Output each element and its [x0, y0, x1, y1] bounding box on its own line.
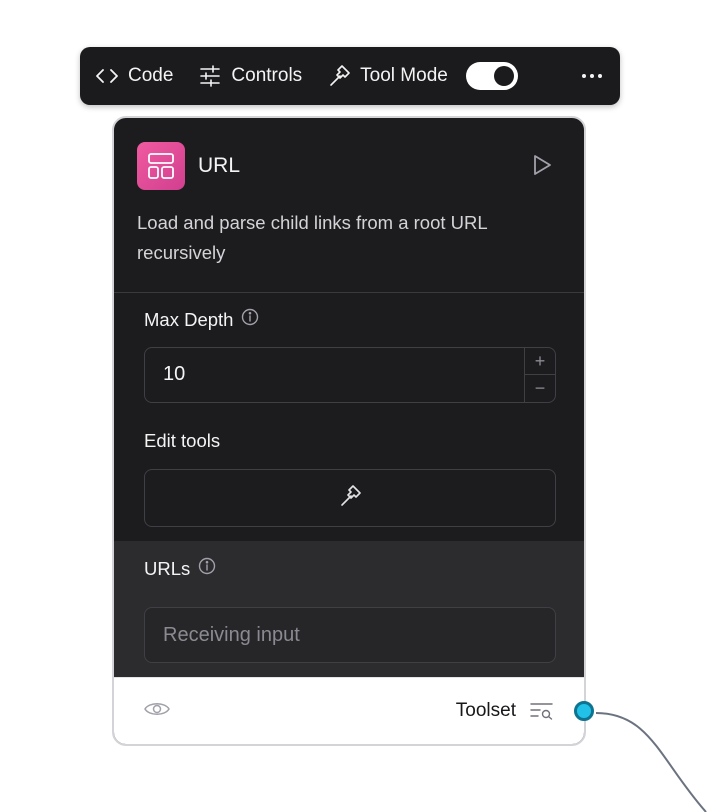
flow-canvas[interactable]: Code Controls Tool Mode URL Load and par…: [0, 0, 710, 812]
toolset-output-handle[interactable]: [574, 701, 594, 721]
connection-edge[interactable]: [0, 0, 710, 812]
